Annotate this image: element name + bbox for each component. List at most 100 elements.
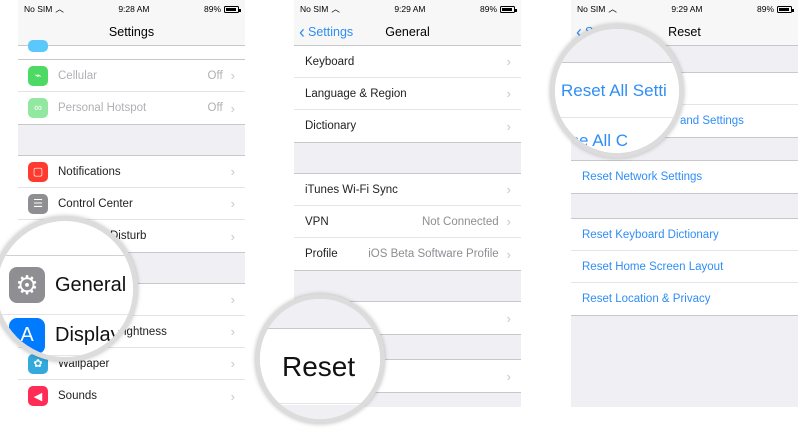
antenna-icon: ⌁ [28,65,48,86]
chevron-right-icon: › [230,100,235,116]
reset-keyboard-dictionary-row[interactable]: Reset Keyboard Dictionary [571,219,798,251]
reset-home-screen-layout-row[interactable]: Reset Home Screen Layout [571,251,798,283]
chevron-right-icon: › [230,196,235,211]
magnified-display-label: Display [55,324,121,346]
battery-icon [500,6,517,14]
cellular-value: Off [207,69,223,82]
reset-location-privacy-row[interactable]: Reset Location & Privacy [571,283,798,315]
wifi-icon: ︿ [55,4,64,14]
personal-hotspot-label: Personal Hotspot [58,102,147,114]
control-center-label: Control Center [58,197,133,210]
keyboard-label: Keyboard [305,55,355,68]
language-region-label: Language & Region [305,87,407,100]
reset-network-settings-label: Reset Network Settings [582,171,703,183]
vpn-label: VPN [305,215,329,228]
chevron-right-icon: › [506,310,511,326]
sounds-row[interactable]: ◀ Sounds › [18,380,245,407]
wifi-icon: ︿ [331,4,340,14]
display-icon: A [9,317,45,354]
reset-home-screen-layout-label: Reset Home Screen Layout [582,260,724,273]
battery-percent: 89% [479,4,497,14]
magnifier-reset-all: Reset All Setti ase All C [550,24,684,158]
clock: 9:28 AM [118,4,150,14]
profile-value: iOS Beta Software Profile [368,248,499,260]
control-center-row[interactable]: ☰ Control Center › [18,188,245,220]
page-title: General [385,24,430,39]
chevron-right-icon: › [506,246,511,262]
notifications-icon: ▢ [28,161,48,182]
magnified-reset-label: Reset [282,350,356,382]
magnified-reset-all-row[interactable]: Reset All Setti [555,64,679,118]
chevron-right-icon: › [230,356,235,371]
magnified-gap [260,299,380,329]
reset-network-settings-row[interactable]: Reset Network Settings [571,161,798,193]
carrier-label: No SIM [24,4,53,14]
magnifier-reset: Reset [255,294,385,424]
status-bar: No SIM ︿ 9:29 AM 89% [571,0,798,18]
language-region-row[interactable]: Language & Region › [294,78,521,110]
dictionary-row[interactable]: Dictionary › [294,110,521,142]
vpn-row[interactable]: VPN Not Connected › [294,206,521,238]
notifications-row[interactable]: ▢ Notifications › [18,156,245,188]
wifi-icon: ︿ [608,4,617,14]
chevron-right-icon: › [230,68,235,83]
battery-percent: 89% [756,4,774,14]
magnified-erase-label: ase All C [561,130,629,150]
magnifier-general: ⚙ General A Display [0,216,138,362]
back-label: Settings [308,25,354,39]
chevron-right-icon: › [506,86,511,101]
sounds-icon: ◀ [28,386,48,406]
hotspot-icon: ∞ [28,98,48,118]
personal-hotspot-value: Off [207,102,223,114]
magnified-reset-row[interactable]: Reset [260,330,380,404]
reset-location-privacy-label: Reset Location & Privacy [582,293,711,305]
chevron-right-icon: › [506,214,511,229]
magnified-display-row: A Display [0,316,133,356]
itunes-wifi-sync-row[interactable]: iTunes Wi-Fi Sync › [294,174,521,206]
itunes-wifi-sync-label: iTunes Wi-Fi Sync [305,183,398,196]
battery-percent: 89% [203,4,221,14]
notifications-label: Notifications [58,165,121,178]
chevron-right-icon: › [230,228,235,244]
chevron-right-icon: › [506,54,511,69]
profile-row[interactable]: Profile iOS Beta Software Profile › [294,238,521,270]
status-bar: No SIM ︿ 9:29 AM 89% [294,0,521,18]
page-title: Settings [108,24,155,39]
chevron-right-icon: › [506,368,511,384]
magnified-general-label: General [55,273,127,296]
magnified-erase-row: ase All C [555,119,679,153]
dictionary-label: Dictionary [305,120,357,132]
clock: 9:29 AM [671,4,703,14]
cellular-label: Cellular [58,69,97,82]
sounds-label: Sounds [58,390,98,402]
carrier-label: No SIM [577,4,606,14]
profile-label: Profile [305,248,338,260]
chevron-right-icon: › [506,182,511,197]
nav-bar: ‹ Settings General [294,18,521,46]
control-center-icon: ☰ [28,193,48,214]
nav-bar: Settings [18,18,245,46]
scrolled-row-partial [18,40,245,60]
chevron-right-icon: › [230,164,235,179]
bluetooth-icon [28,40,48,52]
cellular-row[interactable]: ⌁ Cellular Off › [18,60,245,92]
chevron-left-icon: ‹ [299,22,305,42]
keyboard-row[interactable]: Keyboard › [294,46,521,78]
chevron-right-icon: › [230,388,235,404]
carrier-label: No SIM [300,4,329,14]
chevron-right-icon: › [506,118,511,134]
battery-icon [777,6,794,14]
chevron-right-icon: › [230,292,235,307]
magnified-gap-bottom [260,405,380,419]
gear-icon: ⚙ [9,267,45,303]
clock: 9:29 AM [394,4,426,14]
magnified-gap [555,29,679,63]
magnified-reset-all-label: Reset All Setti [561,80,667,100]
back-button[interactable]: ‹ Settings [299,18,353,46]
status-bar: No SIM ︿ 9:28 AM 89% [18,0,245,18]
personal-hotspot-row[interactable]: ∞ Personal Hotspot Off › [18,92,245,124]
reset-keyboard-dictionary-label: Reset Keyboard Dictionary [582,228,719,241]
magnified-general-row[interactable]: ⚙ General [0,255,133,315]
chevron-right-icon: › [230,324,235,339]
vpn-value: Not Connected [421,215,499,228]
